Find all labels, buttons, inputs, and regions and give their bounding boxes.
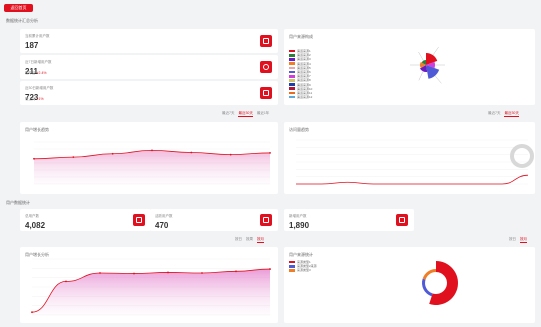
data-point[interactable] [190,151,193,154]
stat-label: 当前累计用户数 [25,34,50,38]
data-point[interactable] [167,271,169,274]
period-tabs-right: 按日 按月 [509,237,527,243]
source-stat-card: 用户来源统计 来源类型1 来源类型2来源 来源类型3 [284,247,535,323]
data-point[interactable] [72,156,75,159]
dashboard-page: 返回首页 数据统计汇总分析 当前累计用户数 187 近7日新增用户数 211 较… [0,0,541,327]
tab-1[interactable]: 最近30天 [504,111,519,117]
tab-1[interactable]: 最近30天 [238,111,253,117]
leader-line [432,46,439,56]
range-tabs-right: 最近7天 最近30天 [488,111,519,117]
stat-sub: 较昨日 +2.4% [25,71,47,76]
stat-sub-label: 较上月 [25,97,36,101]
stat-label: 近30日新增用户数 [25,86,54,90]
source-donut-card: 用户来源构成 渠道来源1 渠道来源2 渠道来源3 渠道来源4 渠道来源5 渠道来源6 渠道来… [284,29,535,105]
user-growth-chart [33,141,271,185]
stat-card-active-users: 活跃用户数 470 [150,209,278,231]
user-growth-card: 用户增长趋势 [20,122,278,194]
stat-value: 1,890 [289,221,310,230]
data-point[interactable] [31,311,33,314]
visit-trend-chart [296,139,534,185]
donut-chart [410,46,445,84]
section-title-overview: 数据统计汇总分析 [6,18,38,23]
tab-0[interactable]: 最近7天 [222,111,234,117]
visit-trend-card: 访问量趋势 [284,122,535,194]
data-point[interactable] [151,149,153,152]
data-point[interactable] [33,157,35,160]
data-point[interactable] [111,152,114,155]
stat-card-7day: 近7日新增用户数 211 较昨日 +2.4% [20,55,278,79]
stat-card-total-users: 总用户数 4,082 [20,209,151,231]
badge-icon [260,87,272,99]
tab-0[interactable]: 按日 [509,237,516,243]
tab-1[interactable]: 按月 [520,237,527,243]
leader-line [418,71,424,81]
calendar-icon [396,214,408,226]
tab-0[interactable]: 按日 [235,237,242,243]
leader-line [418,51,424,61]
stat-card-new-users: 新增用户数 1,890 [284,209,414,231]
tab-2[interactable]: 最近1年 [257,111,269,117]
stat-label: 近7日新增用户数 [25,60,52,64]
donut-slice[interactable] [422,278,433,297]
stat-value: 470 [155,221,169,230]
donut2-chart [422,261,458,305]
data-point[interactable] [269,268,271,270]
stat-value: 187 [25,41,39,50]
data-point[interactable] [201,272,203,274]
calendar-icon [133,214,145,226]
stat-label: 新增用户数 [289,214,307,218]
area-fill [34,150,270,184]
stat-sub: 较上月 +1% [25,97,44,102]
stat-label: 总用户数 [25,214,39,218]
refresh-icon [260,61,272,73]
area-fill [32,269,270,315]
data-point[interactable] [229,153,232,156]
period-tabs-left: 按日 按周 按月 [235,237,264,243]
range-tabs-left: 最近7天 最近30天 最近1年 [222,111,269,117]
donut-slice[interactable] [422,269,436,280]
tab-2[interactable]: 按月 [257,237,264,243]
section-title-users: 用户数据统计 [6,200,30,205]
stat-sub-change: +2.4% [36,71,47,75]
stat-value: 4,082 [25,221,46,230]
stat-sub-label: 较昨日 [25,71,36,75]
stat-sub-change: +1% [36,97,44,101]
tab-0[interactable]: 最近7天 [488,111,500,117]
user-icon [260,35,272,47]
data-point[interactable] [269,152,271,154]
data-point[interactable] [65,280,67,283]
calendar-icon [260,214,272,226]
data-point[interactable] [133,272,135,275]
watermark-circle [510,144,534,168]
leader-line [434,75,442,84]
stat-card-total: 当前累计用户数 187 [20,29,278,53]
stat-label: 活跃用户数 [155,214,173,218]
back-tag-button[interactable]: 返回首页 [4,4,33,12]
data-point[interactable] [235,270,237,273]
tab-1[interactable]: 按周 [246,237,253,243]
data-point[interactable] [99,272,101,274]
stat-card-30day: 近30日新增用户数 723 较上月 +1% [20,81,278,105]
growth-analysis-card: 用户增长分析 [20,247,278,323]
donut-slice[interactable] [429,261,458,305]
growth-area-chart [31,258,271,316]
